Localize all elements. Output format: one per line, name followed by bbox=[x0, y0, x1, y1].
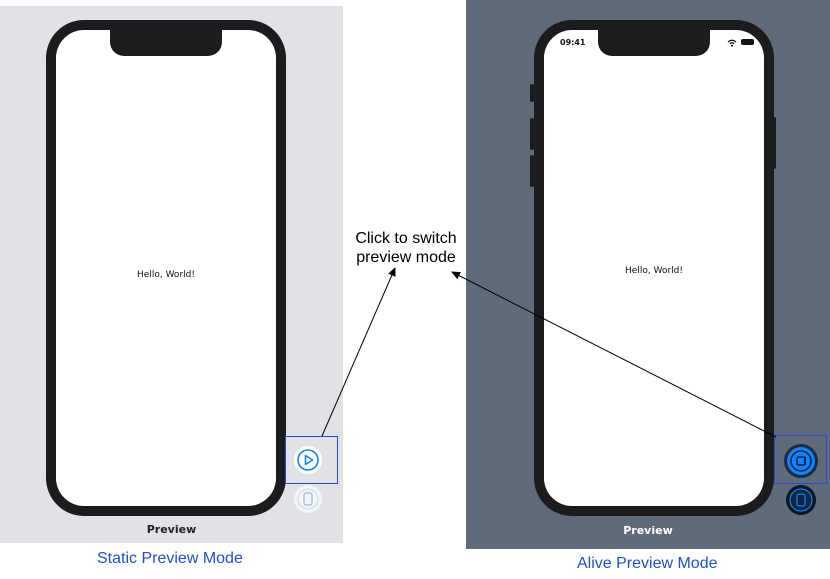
annotation-arrows bbox=[321, 267, 777, 438]
arrow-alive bbox=[451, 271, 777, 438]
arrow-static bbox=[321, 267, 396, 437]
